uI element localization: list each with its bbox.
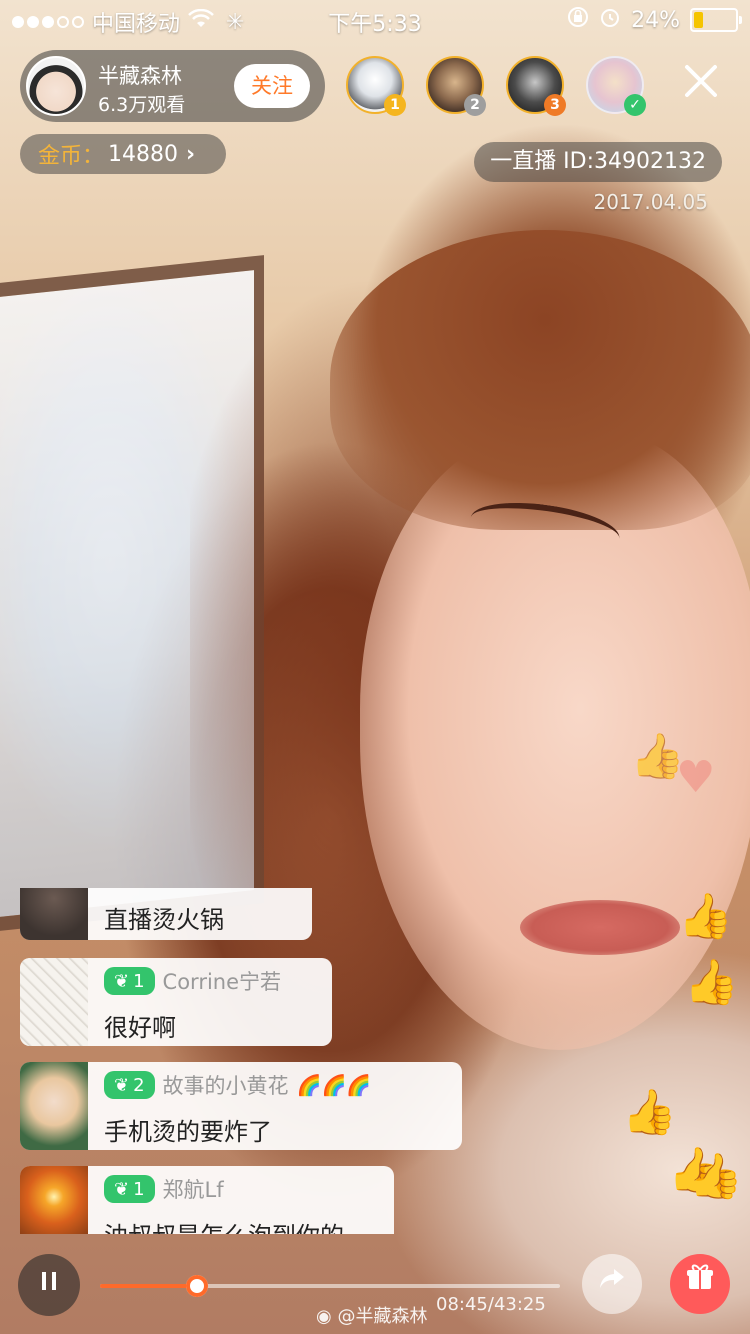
chat-username: 郑航Lf xyxy=(162,1178,224,1202)
pause-button[interactable] xyxy=(18,1254,80,1316)
chat-avatar xyxy=(20,958,88,1046)
close-icon xyxy=(685,65,717,97)
chat-message: ❦ 1 Corrine宁若 很好啊 xyxy=(20,958,332,1046)
gift-button[interactable] xyxy=(670,1254,730,1314)
top-viewer-avatar-4[interactable]: ✓ xyxy=(586,56,646,116)
thumbs-up-icon: 👍 xyxy=(684,957,739,1008)
battery-icon xyxy=(690,8,742,32)
video-bangs xyxy=(330,230,750,530)
viewer-rank-badge: 1 xyxy=(384,94,406,116)
stream-id: 一直播 ID:34902132 xyxy=(474,142,722,182)
chat-list[interactable]: 直播烫火锅 ❦ 1 Corrine宁若 很好啊 ❦ 2 故事的小黄花 🌈🌈🌈 手… xyxy=(20,888,500,1234)
user-level: 1 xyxy=(133,1178,145,1200)
share-button[interactable] xyxy=(582,1254,642,1314)
thumbs-up-icon: 👍 xyxy=(622,1087,677,1138)
coin-balance[interactable]: 金币： 14880 › xyxy=(20,134,226,174)
progress-knob[interactable] xyxy=(185,1275,208,1297)
watermark-text: @半藏森林 xyxy=(337,1306,428,1327)
sprout-icon: ❦ xyxy=(114,970,130,992)
user-level: 1 xyxy=(133,970,145,992)
gift-icon xyxy=(687,1264,713,1289)
host-card[interactable]: 半藏森林 6.3万观看 关注 xyxy=(20,50,325,122)
heart-icon: ♥ xyxy=(676,752,716,803)
stream-date: 2017.04.05 xyxy=(593,190,708,214)
follow-button[interactable]: 关注 xyxy=(234,64,310,108)
progress-bar[interactable] xyxy=(100,1275,560,1297)
chevron-right-icon: › xyxy=(186,141,196,167)
chat-username: 故事的小黄花 xyxy=(162,1074,289,1098)
pause-icon xyxy=(42,1272,56,1290)
chat-message-text: 直播烫火锅 xyxy=(104,906,224,934)
user-level-badge: ❦ 2 xyxy=(104,1071,155,1099)
alarm-icon xyxy=(599,6,621,34)
chat-avatar xyxy=(20,1062,88,1150)
chat-avatar xyxy=(20,1166,88,1234)
top-viewer-avatar-2[interactable]: 2 xyxy=(426,56,486,116)
coin-value: 14880 xyxy=(108,141,179,167)
thumbs-up-icon: 👍 xyxy=(678,891,733,942)
weibo-icon: ◉ xyxy=(316,1306,332,1327)
thumbs-up-icon: 👍 xyxy=(688,1151,743,1202)
rainbow-emoji: 🌈🌈🌈 xyxy=(296,1073,372,1097)
live-stream-screen: 中国移动 ✳ 下午5:33 24% 半藏森林 6.3万观看 关注 1 2 3 ✓… xyxy=(0,0,750,1334)
sprout-icon: ❦ xyxy=(114,1178,130,1200)
viewer-rank-badge: 3 xyxy=(544,94,566,116)
chat-avatar xyxy=(20,888,88,940)
chat-meta: ❦ 1 郑航Lf xyxy=(104,1174,224,1204)
chat-message-text: 很好啊 xyxy=(104,1014,176,1042)
viewer-rank-badge: 2 xyxy=(464,94,486,116)
share-icon xyxy=(600,1269,624,1288)
chat-meta: ❦ 2 故事的小黄花 🌈🌈🌈 xyxy=(104,1070,371,1100)
status-bar: 中国移动 ✳ 下午5:33 24% xyxy=(0,0,750,40)
host-avatar[interactable] xyxy=(26,56,86,116)
user-level: 2 xyxy=(133,1074,145,1096)
rotation-lock-icon xyxy=(567,6,589,34)
chat-message: ❦ 1 郑航Lf 油叔叔是怎么泡到你的 xyxy=(20,1166,394,1234)
chat-message: ❦ 2 故事的小黄花 🌈🌈🌈 手机烫的要炸了 xyxy=(20,1062,462,1150)
host-viewer-count: 6.3万观看 xyxy=(98,94,186,116)
top-viewer-avatar-3[interactable]: 3 xyxy=(506,56,566,116)
host-name: 半藏森林 xyxy=(98,64,182,88)
status-right: 24% xyxy=(567,6,742,34)
battery-percent: 24% xyxy=(631,7,680,33)
sprout-icon: ❦ xyxy=(114,1074,130,1096)
chat-username: Corrine宁若 xyxy=(162,970,282,994)
verified-check-icon: ✓ xyxy=(624,94,646,116)
user-level-badge: ❦ 1 xyxy=(104,967,155,995)
chat-message-text: 油叔叔是怎么泡到你的 xyxy=(104,1216,344,1234)
video-lips xyxy=(520,900,680,955)
top-viewer-avatar-1[interactable]: 1 xyxy=(346,56,406,116)
weibo-watermark: ◉ @半藏森林 xyxy=(316,1302,427,1328)
chat-message: 直播烫火锅 xyxy=(20,888,312,940)
chat-message-text: 手机烫的要炸了 xyxy=(104,1118,272,1146)
progress-fill xyxy=(100,1284,197,1288)
coin-label: 金币： xyxy=(38,144,105,169)
user-level-badge: ❦ 1 xyxy=(104,1175,155,1203)
close-button[interactable] xyxy=(676,60,726,110)
chat-meta: ❦ 1 Corrine宁若 xyxy=(104,966,281,996)
playback-time: 08:45/43:25 xyxy=(436,1294,546,1315)
